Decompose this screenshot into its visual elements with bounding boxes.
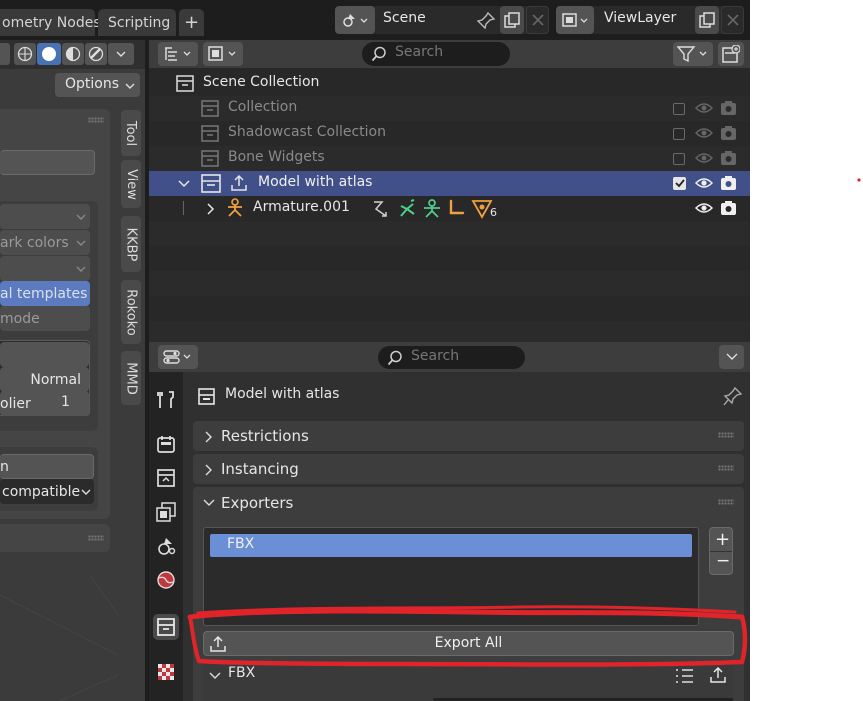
annotation-highlight [187,178,861,667]
